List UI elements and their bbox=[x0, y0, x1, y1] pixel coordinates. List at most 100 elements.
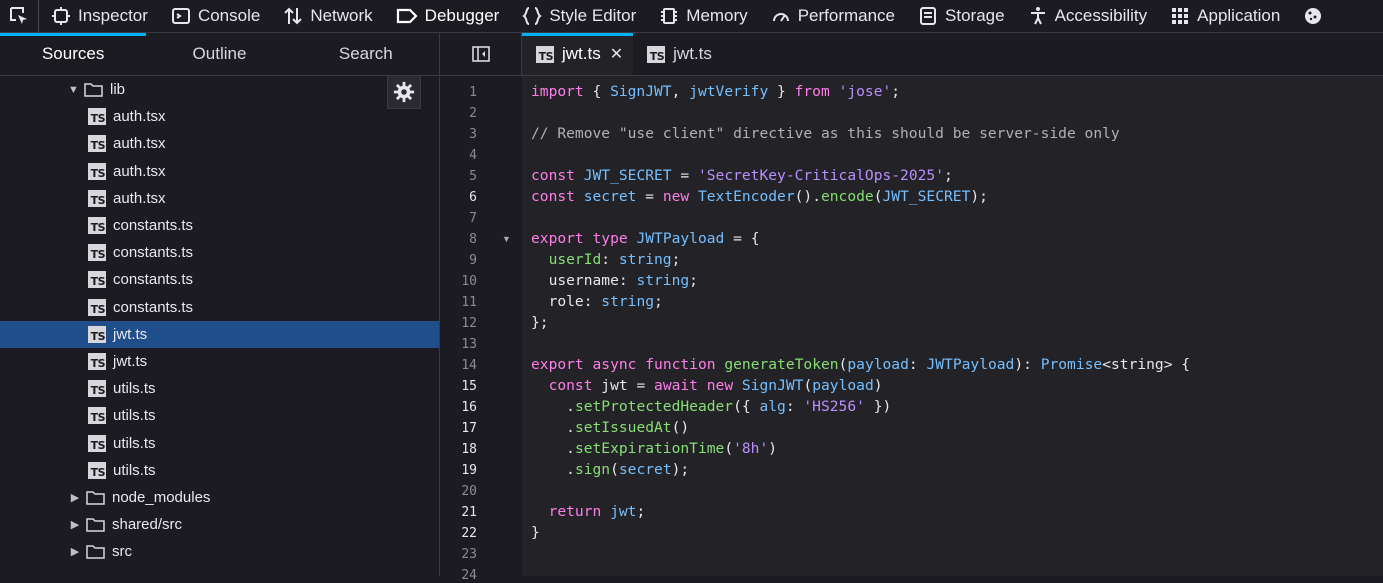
line-number[interactable]: 19 bbox=[440, 463, 477, 478]
line-number[interactable]: 13 bbox=[440, 337, 477, 352]
line-number[interactable]: 23 bbox=[440, 547, 477, 562]
file-label: constants.ts bbox=[113, 244, 194, 262]
close-icon[interactable]: ✕ bbox=[610, 44, 623, 64]
element-picker-button[interactable] bbox=[0, 0, 39, 32]
code-token-identifier: payload bbox=[847, 356, 909, 373]
line-number[interactable]: 6 bbox=[440, 190, 477, 205]
tree-file[interactable]: TS auth.tsx bbox=[0, 185, 439, 212]
tool-tab-console[interactable]: Console bbox=[159, 0, 271, 32]
tree-file[interactable]: TS constants.ts bbox=[0, 294, 439, 321]
code-token-keyword: export bbox=[531, 230, 584, 247]
tool-tab-debugger[interactable]: Debugger bbox=[384, 0, 511, 32]
ts-file-icon: TS bbox=[88, 108, 106, 126]
line-number[interactable]: 10 bbox=[440, 274, 477, 289]
code-token-string: 'HS256' bbox=[803, 398, 865, 415]
tree-file[interactable]: TS constants.ts bbox=[0, 266, 439, 293]
overflow-tool-tab[interactable] bbox=[1291, 0, 1341, 32]
line-number[interactable]: 5 bbox=[440, 169, 477, 184]
line-number[interactable]: 15 bbox=[440, 379, 477, 394]
code-token-function-name: setIssuedAt bbox=[574, 419, 672, 436]
code-token-plain-text: ; bbox=[654, 293, 663, 310]
ts-file-icon: TS bbox=[88, 189, 106, 207]
ts-file-icon: TS bbox=[88, 135, 106, 153]
tree-folder[interactable]: ▶ src bbox=[0, 538, 439, 565]
code-line: // Remove "use client" directive as this… bbox=[531, 125, 1120, 142]
line-number[interactable]: 7 bbox=[440, 211, 477, 226]
tab-sources[interactable]: Sources bbox=[0, 33, 147, 75]
line-number[interactable]: 16 bbox=[440, 400, 477, 415]
code-token-plain-text: }) bbox=[864, 398, 892, 415]
editor-tab-label: jwt.ts bbox=[673, 44, 712, 63]
line-number[interactable]: 4 bbox=[440, 148, 477, 163]
line-number[interactable]: 1 bbox=[440, 85, 477, 100]
settings-button[interactable] bbox=[387, 75, 421, 109]
tool-tab-label: Debugger bbox=[424, 6, 500, 25]
line-number[interactable]: 8 bbox=[440, 232, 477, 247]
code-token-plain-text: : bbox=[908, 356, 927, 373]
line-number[interactable]: 2 bbox=[440, 106, 477, 121]
line-number[interactable]: 17 bbox=[440, 421, 477, 436]
tree-file[interactable]: TS utils.ts bbox=[0, 457, 439, 484]
editor-tabs: TS jwt.ts ✕ TS jwt.ts bbox=[440, 33, 1383, 76]
line-number[interactable]: 21 bbox=[440, 505, 477, 520]
code-line: const jwt = await new SignJWT(payload) bbox=[531, 377, 883, 394]
code-line: .setIssuedAt() bbox=[531, 419, 689, 436]
tree-file[interactable]: TS jwt.ts bbox=[0, 348, 439, 375]
code-token-keyword: from bbox=[794, 83, 830, 100]
code-token-identifier: SignJWT bbox=[741, 377, 804, 394]
editor-tab[interactable]: TS jwt.ts ✕ bbox=[522, 33, 634, 75]
fold-arrow-icon[interactable]: ▼ bbox=[502, 234, 511, 244]
editor-tab-label: jwt.ts bbox=[562, 44, 601, 63]
tool-tab-label: Memory bbox=[686, 6, 748, 25]
tool-tab-memory[interactable]: Memory bbox=[647, 0, 758, 32]
code-view[interactable]: import { SignJWT, jwtVerify } from 'jose… bbox=[522, 76, 1383, 576]
line-number[interactable]: 9 bbox=[440, 253, 477, 268]
file-label: utils.ts bbox=[113, 407, 156, 425]
console-icon bbox=[171, 6, 198, 26]
tool-tab-performance[interactable]: Performance bbox=[759, 0, 906, 32]
tree-folder[interactable]: ▶ node_modules bbox=[0, 484, 439, 511]
tree-file[interactable]: TS utils.ts bbox=[0, 429, 439, 456]
tree-folder[interactable]: ▶ shared/src bbox=[0, 511, 439, 538]
tool-tab-accessibility[interactable]: Accessibility bbox=[1016, 0, 1159, 32]
tab-outline[interactable]: Outline bbox=[146, 33, 292, 75]
code-token-plain-text bbox=[575, 188, 584, 205]
tool-tab-network[interactable]: Network bbox=[271, 0, 383, 32]
tree-file[interactable]: TS auth.tsx bbox=[0, 158, 439, 185]
toggle-sidebar-button[interactable] bbox=[440, 33, 522, 75]
line-number[interactable]: 12 bbox=[440, 316, 477, 331]
code-token-plain-text: (). bbox=[794, 188, 821, 205]
tool-tab-style-editor[interactable]: Style Editor bbox=[510, 0, 647, 32]
tab-search[interactable]: Search bbox=[293, 33, 439, 75]
tool-tab-inspector[interactable]: Inspector bbox=[39, 0, 159, 32]
line-number[interactable]: 11 bbox=[440, 295, 477, 310]
tree-file[interactable]: TS jwt.ts bbox=[0, 320, 439, 348]
tree-file[interactable]: TS constants.ts bbox=[0, 239, 439, 266]
ts-file-icon: TS bbox=[88, 298, 106, 316]
line-number[interactable]: 18 bbox=[440, 442, 477, 457]
editor-tab[interactable]: TS jwt.ts bbox=[633, 33, 722, 75]
tree-file[interactable]: TS utils.ts bbox=[0, 375, 439, 402]
code-token-comment: // Remove "use client" directive as this… bbox=[531, 125, 1120, 142]
line-number[interactable]: 3 bbox=[440, 127, 477, 142]
code-token-plain-text: <string> { bbox=[1102, 356, 1191, 373]
tool-tab-application[interactable]: Application bbox=[1158, 0, 1291, 32]
tree-file[interactable]: TS auth.tsx bbox=[0, 103, 439, 130]
code-token-plain-text: : bbox=[601, 251, 619, 268]
tree-folder-lib[interactable]: ▼ lib bbox=[0, 76, 439, 103]
code-line: } bbox=[531, 524, 540, 541]
line-number[interactable]: 14 bbox=[440, 358, 477, 373]
line-number[interactable]: 22 bbox=[440, 526, 477, 541]
tree-file[interactable]: TS constants.ts bbox=[0, 212, 439, 239]
folder-label: src bbox=[112, 543, 132, 561]
code-token-keyword: function bbox=[645, 356, 716, 373]
code-token-plain-text: ( bbox=[724, 440, 734, 457]
tree-file[interactable]: TS utils.ts bbox=[0, 402, 439, 429]
line-number[interactable]: 20 bbox=[440, 484, 477, 499]
code-token-plain-text bbox=[531, 377, 549, 394]
code-token-plain-text: ) bbox=[768, 440, 778, 457]
tree-file[interactable]: TS auth.tsx bbox=[0, 130, 439, 157]
ts-file-icon: TS bbox=[88, 461, 106, 479]
code-token-plain-text bbox=[584, 356, 593, 373]
tool-tab-storage[interactable]: Storage bbox=[906, 0, 1016, 32]
